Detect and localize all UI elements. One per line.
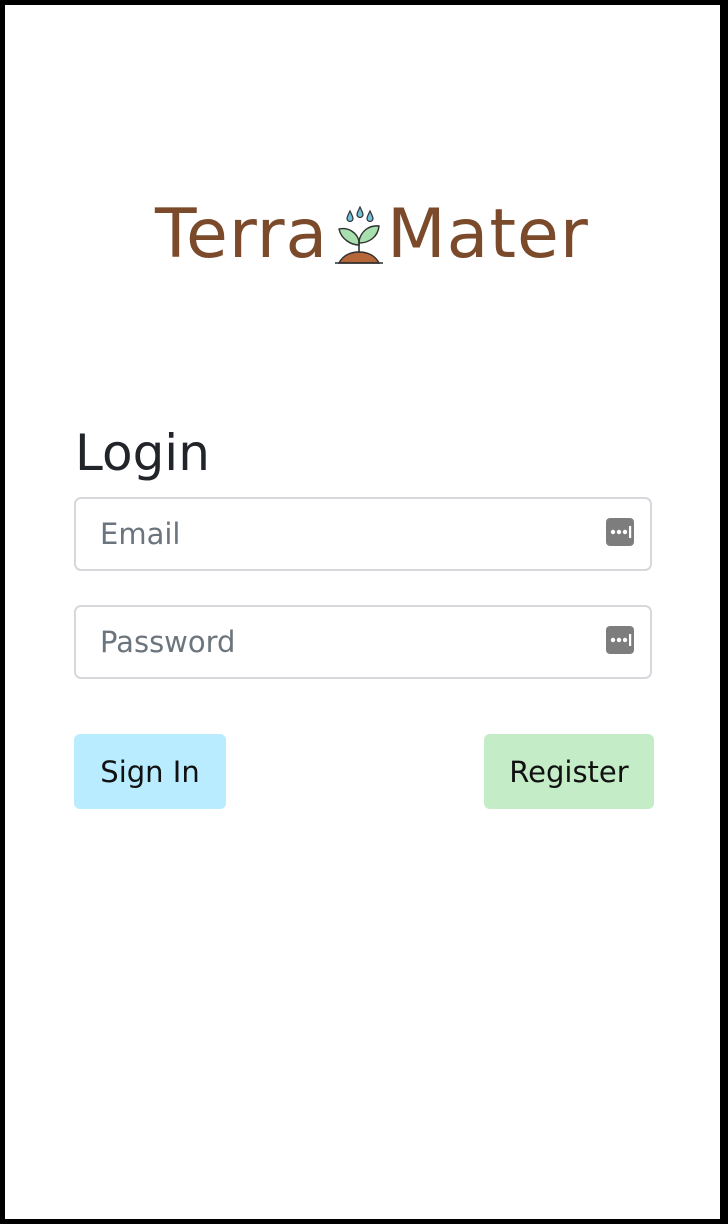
logo-word-terra: Terra [155,195,329,274]
password-input[interactable] [76,607,650,677]
brand-logo: Terra Mater [155,195,588,275]
password-manager-key-icon[interactable] [606,626,634,654]
email-input[interactable] [76,499,650,569]
sign-in-button[interactable]: Sign In [74,734,226,809]
password-field-wrapper [74,605,652,679]
password-manager-key-icon[interactable] [606,518,634,546]
login-heading: Login [75,424,210,482]
logo-word-mater: Mater [387,195,589,274]
register-button[interactable]: Register [484,734,654,809]
app-screen: Terra Mater Login Email Sign In Register [5,5,720,1219]
email-field-wrapper [74,497,652,571]
sprout-icon [335,205,383,264]
